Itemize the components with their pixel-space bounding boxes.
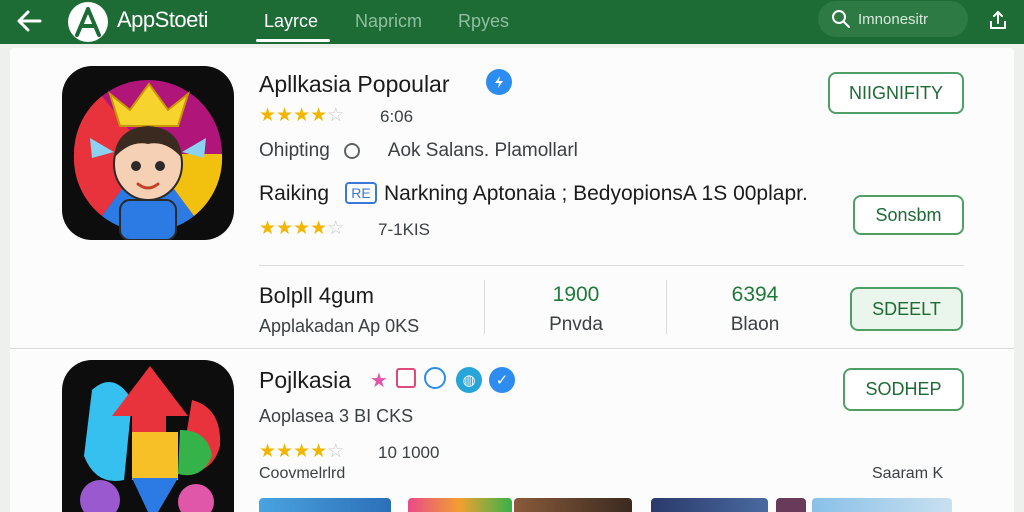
stat-divider xyxy=(484,280,485,334)
star-outline-icon: ☆ xyxy=(327,441,345,462)
star-icon: ★ xyxy=(293,105,311,126)
section-divider xyxy=(10,348,1014,349)
app-icon-pojlkasia[interactable] xyxy=(62,360,234,512)
star-badge-icon: ★ xyxy=(370,370,388,392)
meta-right: Aok Salans. Plamollarl xyxy=(387,140,578,161)
stats-subtitle: Applakadan Ap 0KS xyxy=(259,316,420,336)
screenshot-thumbnail[interactable] xyxy=(651,498,768,512)
app-store-logo-icon xyxy=(68,2,108,42)
star-icon: ★ xyxy=(276,441,294,462)
star-icon: ★ xyxy=(259,218,277,239)
app-title-pojlkasia[interactable]: Pojlkasia xyxy=(259,366,351,394)
screenshot-thumbnail[interactable] xyxy=(514,498,632,512)
app-title: AppStoeti xyxy=(117,7,208,32)
active-tab-indicator xyxy=(256,39,330,42)
stat-value-1: 1900 xyxy=(552,283,600,306)
ranking-badge: RE xyxy=(345,182,377,204)
stat-value-2: 6394 xyxy=(731,283,779,306)
share-icon[interactable] xyxy=(984,6,1012,34)
star-icon: ★ xyxy=(276,218,294,239)
back-arrow-icon[interactable] xyxy=(12,6,46,36)
app-title-popular[interactable]: Apllkasia Popoular xyxy=(259,70,450,98)
verified-check-icon: ✓ xyxy=(489,367,515,393)
install-button[interactable]: NIIGNIFITY xyxy=(828,72,964,114)
star-rating-app2: ★ ★ ★ ★ ☆ xyxy=(259,442,344,462)
star-icon: ★ xyxy=(293,218,311,239)
app-icon-popular[interactable] xyxy=(62,66,234,240)
screenshot-thumbnail[interactable] xyxy=(259,498,391,512)
globe-icon: ◍ xyxy=(456,367,482,393)
search-icon xyxy=(830,8,852,30)
verified-icon xyxy=(486,69,512,95)
rating-value: 6:06 xyxy=(380,107,414,126)
star-outline-icon: ☆ xyxy=(327,218,345,239)
star-icon: ★ xyxy=(259,105,277,126)
stats-title: Bolpll 4gum xyxy=(259,283,374,308)
cartoon-king-icon xyxy=(73,80,223,240)
screenshot-thumbnail[interactable] xyxy=(776,498,806,512)
search-input[interactable]: Imnonesitr xyxy=(818,1,968,37)
colorful-shapes-icon xyxy=(80,366,221,512)
tab-rpyes[interactable]: Rpyes xyxy=(458,10,509,32)
top-app-bar: AppStoeti Layrce Napricm Rpyes Imnonesit… xyxy=(0,0,1024,44)
open-button[interactable]: SODHEP xyxy=(843,368,964,411)
search-query: Imnonesitr xyxy=(858,10,929,28)
tab-napricm[interactable]: Napricm xyxy=(355,10,422,32)
stat-label-2: Blaon xyxy=(730,314,780,335)
star-icon: ★ xyxy=(310,218,328,239)
star-outline-icon: ☆ xyxy=(327,105,345,126)
app2-footer-left: Coovmelrlrd xyxy=(259,465,346,482)
secondary-button[interactable]: Sonsbm xyxy=(853,195,964,235)
screenshot-thumbnail[interactable] xyxy=(812,498,952,512)
app2-footer-right: Saaram K xyxy=(872,465,944,482)
star-rating: ★ ★ ★ ★ ☆ xyxy=(259,106,344,126)
screenshot-thumbnail[interactable] xyxy=(408,498,512,512)
meta-left: Ohipting xyxy=(259,140,330,161)
tab-layrce[interactable]: Layrce xyxy=(264,10,318,32)
divider xyxy=(259,265,964,266)
star-icon: ★ xyxy=(293,441,311,462)
star-icon: ★ xyxy=(276,105,294,126)
meta-row: Ohipting Aok Salans. Plamollarl xyxy=(259,139,578,163)
star-rating-secondary: ★ ★ ★ ★ ☆ xyxy=(259,219,344,239)
stat-label-1: Pnvda xyxy=(549,314,603,335)
ranking-text: Narkning Aptonaia ; BedyopionsA 1S 00pla… xyxy=(384,182,808,205)
app2-subtitle: Aoplasea 3 BI CKS xyxy=(259,406,414,426)
info-circle-icon xyxy=(343,143,360,159)
ranking-label: Raiking xyxy=(259,182,330,205)
star-icon: ★ xyxy=(259,441,277,462)
stat-divider xyxy=(666,280,667,334)
select-button[interactable]: SDEELT xyxy=(850,287,963,331)
rating-count: 7-1KIS xyxy=(378,220,430,239)
star-icon: ★ xyxy=(310,441,328,462)
puzzle-icon xyxy=(424,367,446,389)
bookmark-icon xyxy=(396,368,416,388)
star-icon: ★ xyxy=(310,105,328,126)
app2-rating-count: 10 1000 xyxy=(378,443,440,462)
